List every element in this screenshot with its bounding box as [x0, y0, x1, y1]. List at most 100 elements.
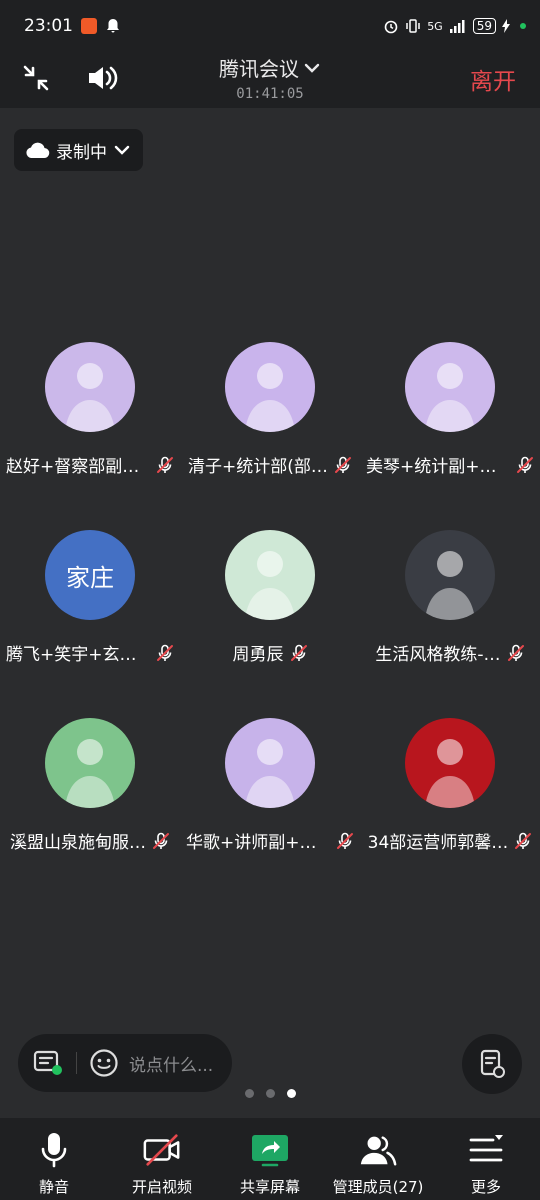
recording-status-button[interactable]: 录制中 [14, 129, 143, 171]
participant-tile[interactable]: 溪盟山泉施甸服… [0, 706, 180, 876]
participant-name-row: 腾飞+笑宇+玄心… [6, 640, 174, 665]
participant-name-row: 华歌+讲师副+金… [186, 828, 354, 853]
share-screen-icon [252, 1135, 288, 1167]
participant-avatar [225, 342, 315, 432]
vibrate-icon [406, 19, 420, 33]
mute-label: 静音 [38, 1178, 69, 1196]
charging-icon [502, 19, 510, 33]
page-indicator [0, 1089, 540, 1098]
manage-members-label: 管理成员(27) [332, 1178, 424, 1196]
signal-icon [449, 20, 465, 33]
battery-level: 59 [472, 18, 496, 34]
meeting-title-button[interactable]: 腾讯会议 [219, 53, 321, 82]
meeting-header: 腾讯会议 01:41:05 离开 [0, 52, 540, 108]
chat-input[interactable]: 说点什么... [129, 1051, 213, 1076]
avatar-photo-icon [245, 739, 295, 808]
participant-tile[interactable]: 华歌+讲师副+金… [180, 706, 360, 876]
participant-name: 美琴+统计副+玄… [366, 457, 510, 477]
status-bar: 23:01 5G 59 [0, 0, 540, 52]
meeting-title: 腾讯会议 [219, 57, 299, 81]
network-type: 5G [427, 19, 443, 33]
participant-name: 周勇辰 [232, 645, 284, 665]
participant-tile[interactable]: 清子+统计部(部… [180, 330, 360, 500]
participant-tile[interactable]: 周勇辰 [180, 518, 360, 688]
avatar-photo-icon [425, 739, 475, 808]
participant-name: 34部运营师郭馨… [367, 833, 509, 853]
bell-icon [107, 19, 119, 33]
participant-avatar [45, 718, 135, 808]
status-time: 23:01 [24, 16, 73, 36]
participant-name-row: 清子+统计部(部… [186, 452, 354, 477]
participant-name-row: 生活风格教练-… [366, 640, 534, 665]
page-dot[interactable] [265, 1089, 275, 1098]
participant-name-row: 34部运营师郭馨… [366, 828, 534, 853]
participant-avatar: 家庄 [45, 530, 135, 620]
avatar-photo-icon [245, 551, 295, 620]
notes-button[interactable] [462, 1034, 522, 1094]
participant-name: 腾飞+笑宇+玄心… [6, 645, 150, 665]
start-video-button[interactable]: 开启视频 [108, 1118, 216, 1200]
video-off-icon [143, 1134, 180, 1166]
start-video-label: 开启视频 [131, 1178, 192, 1196]
avatar-photo-icon [425, 551, 475, 620]
avatar-photo-icon [425, 363, 475, 432]
participant-tile[interactable]: 34部运营师郭馨… [360, 706, 540, 876]
more-label: 更多 [470, 1178, 501, 1196]
chevron-down-icon [304, 63, 320, 73]
avatar-initials: 家庄 [66, 563, 114, 592]
participant-name: 华歌+讲师副+金… [186, 833, 330, 853]
participant-avatar [225, 718, 315, 808]
participant-name-row: 赵好+督察部副+… [6, 452, 174, 477]
avatar-photo-icon [245, 363, 295, 432]
mic-muted-icon [290, 644, 308, 662]
chat-bar[interactable]: 说点什么... [18, 1034, 232, 1092]
members-icon [360, 1136, 397, 1166]
participant-tile[interactable]: 生活风格教练-… [360, 518, 540, 688]
participant-name: 赵好+督察部副+… [6, 457, 150, 477]
page-dot[interactable] [286, 1089, 296, 1098]
participant-avatar [405, 342, 495, 432]
mute-button[interactable]: 静音 [0, 1118, 108, 1200]
chat-divider [76, 1052, 77, 1074]
mic-muted-icon [156, 456, 174, 474]
bottom-toolbar: 静音 开启视频 共享屏幕 管理成员(27) 更多 [0, 1118, 540, 1200]
cloud-icon [26, 142, 50, 159]
mic-muted-icon [152, 832, 170, 850]
mic-muted-icon [336, 832, 354, 850]
participant-avatar [225, 530, 315, 620]
page-dot[interactable] [244, 1089, 254, 1098]
share-screen-button[interactable]: 共享屏幕 [216, 1118, 324, 1200]
participant-name-row: 美琴+统计副+玄… [366, 452, 534, 477]
mic-muted-icon [514, 832, 532, 850]
participant-tile[interactable]: 家庄腾飞+笑宇+玄心… [0, 518, 180, 688]
mic-muted-icon [516, 456, 534, 474]
avatar-photo-icon [65, 363, 115, 432]
more-menu-icon [469, 1135, 503, 1162]
mic-muted-icon [156, 644, 174, 662]
chat-list-icon[interactable] [32, 1049, 64, 1077]
share-screen-label: 共享屏幕 [239, 1178, 300, 1196]
notes-icon [480, 1049, 505, 1078]
participant-tile[interactable]: 美琴+统计副+玄… [360, 330, 540, 500]
app-notification-icon [81, 18, 97, 34]
participant-name-row: 周勇辰 [186, 640, 354, 665]
emoji-icon[interactable] [89, 1048, 119, 1078]
participant-avatar [405, 530, 495, 620]
meeting-timer: 01:41:05 [236, 86, 304, 102]
participant-name-row: 溪盟山泉施甸服… [6, 828, 174, 853]
avatar-photo-icon [65, 739, 115, 808]
mic-muted-icon [507, 644, 525, 662]
leave-button[interactable]: 离开 [470, 62, 516, 96]
participant-avatar [45, 342, 135, 432]
more-button[interactable]: 更多 [432, 1118, 540, 1200]
manage-members-button[interactable]: 管理成员(27) [324, 1118, 432, 1200]
participant-tile[interactable]: 赵好+督察部副+… [0, 330, 180, 500]
microphone-icon [41, 1133, 67, 1168]
mic-in-use-dot [520, 23, 526, 29]
chevron-down-icon [114, 145, 130, 155]
participant-name: 生活风格教练-… [375, 645, 501, 665]
participant-name: 溪盟山泉施甸服… [10, 833, 146, 853]
mic-muted-icon [334, 456, 352, 474]
participant-avatar [405, 718, 495, 808]
recording-label: 录制中 [56, 142, 107, 163]
